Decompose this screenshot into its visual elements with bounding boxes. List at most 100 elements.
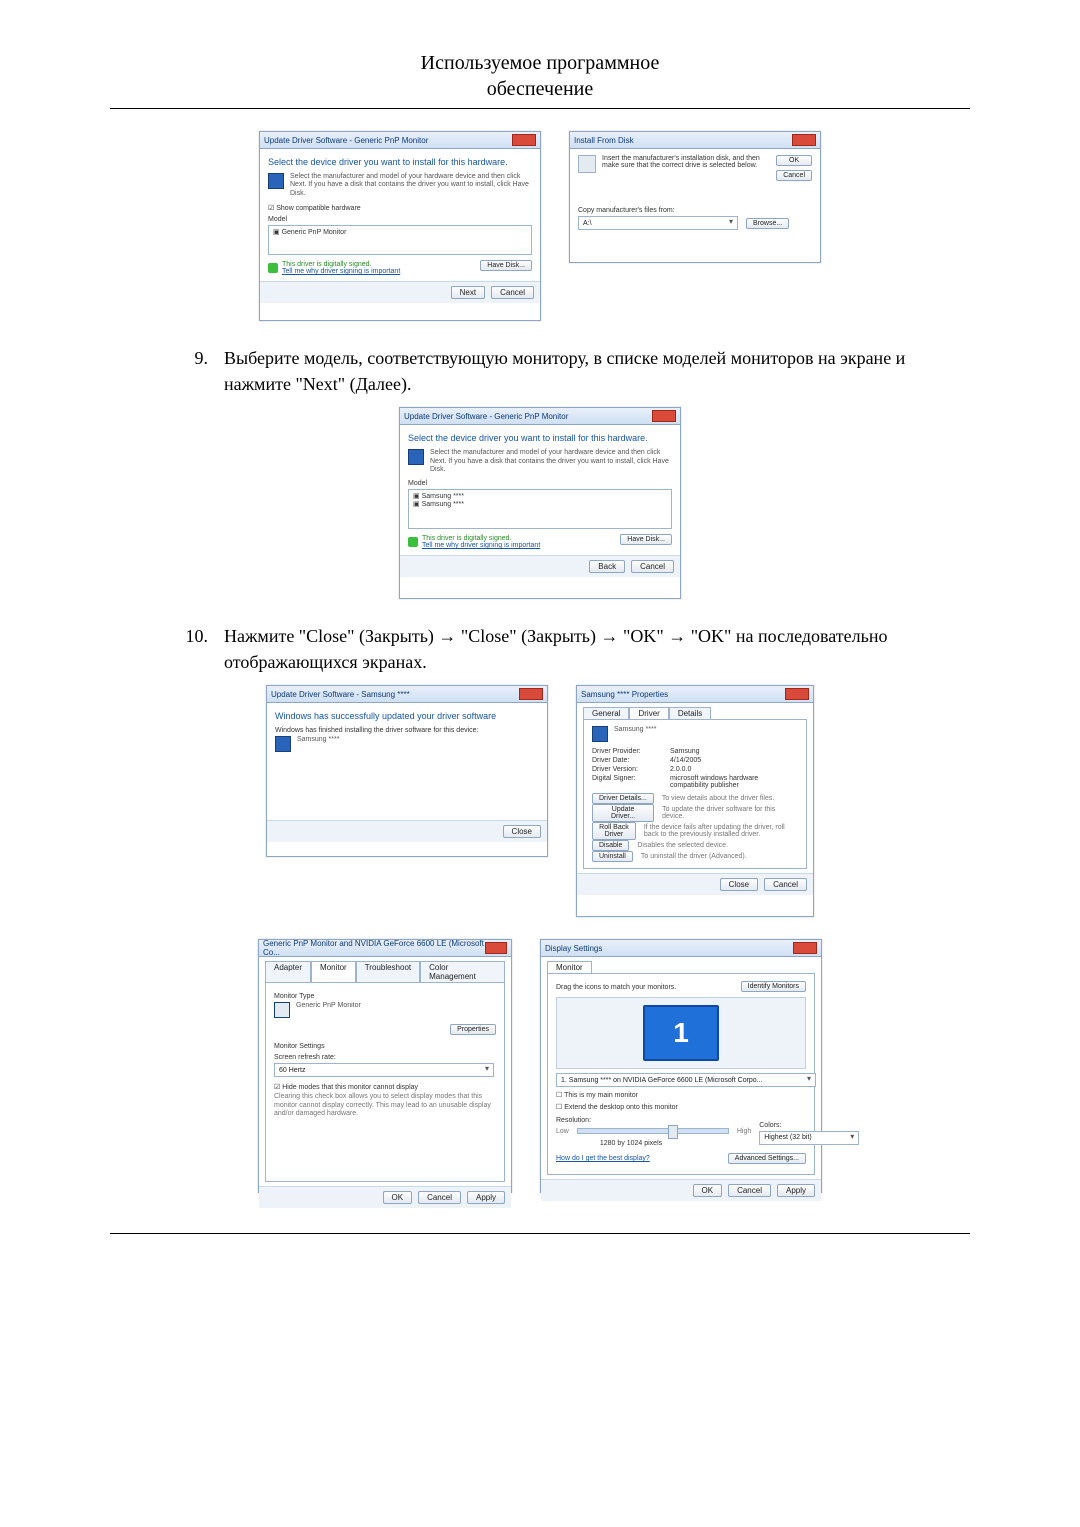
close-button[interactable]: Close	[720, 878, 758, 891]
rollback-button[interactable]: Roll Back Driver	[592, 822, 636, 840]
colors-select[interactable]: Highest (32 bit)	[759, 1131, 859, 1145]
dialog-update-done: Update Driver Software - Samsung **** Wi…	[266, 685, 548, 857]
dialog-update-driver-pnp: Update Driver Software - Generic PnP Mon…	[259, 131, 541, 321]
tab-driver[interactable]: Driver	[629, 707, 668, 719]
title-text: Display Settings	[545, 944, 602, 953]
title-text: Generic PnP Monitor and NVIDIA GeForce 6…	[263, 939, 485, 957]
resolution-slider[interactable]	[577, 1128, 729, 1134]
dialog-hint: Select the manufacturer and model of you…	[408, 449, 672, 474]
resolution-value: 1280 by 1024 pixels	[556, 1140, 706, 1147]
primary-check: ☐ This is my main monitor	[556, 1091, 806, 1099]
tab-color[interactable]: Color Management	[420, 961, 505, 982]
tab-adapter[interactable]: Adapter	[265, 961, 311, 982]
cancel-button[interactable]: Cancel	[728, 1184, 771, 1197]
have-disk-button[interactable]: Have Disk...	[620, 534, 672, 545]
title-text: Install From Disk	[574, 136, 634, 145]
ok-button[interactable]: OK	[383, 1191, 413, 1204]
resolution-label: Resolution:	[556, 1117, 751, 1124]
step-10: 10. Нажмите "Close" (Закрыть) → "Close" …	[180, 623, 970, 675]
copy-from-field[interactable]: A:\	[578, 216, 738, 230]
monitor-icon	[592, 726, 608, 742]
update-driver-button[interactable]: Update Driver...	[592, 804, 654, 822]
model-label: Model	[408, 480, 672, 487]
close-icon[interactable]	[485, 942, 507, 954]
disk-icon	[578, 155, 596, 173]
close-icon[interactable]	[512, 134, 536, 146]
device-row: Samsung ****	[592, 726, 798, 742]
monitor-type-label: Monitor Type	[274, 993, 496, 1000]
hide-modes-check[interactable]: ☑ Hide modes that this monitor cannot di…	[274, 1083, 496, 1091]
have-disk-button[interactable]: Have Disk...	[480, 260, 532, 271]
close-icon[interactable]	[785, 688, 809, 700]
cancel-button[interactable]: Cancel	[776, 170, 812, 181]
step-9: 9. Выберите модель, соответствующую мони…	[180, 345, 970, 397]
signed-note: This driver is digitally signed. Tell me…	[268, 261, 400, 275]
colors-label: Colors:	[759, 1122, 859, 1129]
disk-icon	[268, 173, 284, 189]
header-rule	[110, 108, 970, 109]
footer-rule	[110, 1233, 970, 1234]
dialog-update-driver-model: Update Driver Software - Generic PnP Mon…	[399, 407, 681, 599]
shield-icon	[408, 537, 418, 547]
done-device: Samsung ****	[275, 736, 539, 752]
monitor-icon	[274, 1002, 290, 1018]
cancel-button[interactable]: Cancel	[491, 286, 534, 299]
properties-button[interactable]: Properties	[450, 1024, 496, 1035]
model-list[interactable]: ▣ Samsung **** ▣ Samsung ****	[408, 489, 672, 529]
page-title: Используемое программное обеспечение	[110, 50, 970, 102]
dialog-heading: Select the device driver you want to ins…	[268, 157, 532, 167]
close-icon[interactable]	[793, 942, 817, 954]
uninstall-button[interactable]: Uninstall	[592, 851, 633, 862]
tab-troubleshoot[interactable]: Troubleshoot	[356, 961, 420, 982]
copy-from-label: Copy manufacturer's files from:	[578, 207, 812, 214]
signing-link[interactable]: Tell me why driver signing is important	[422, 542, 540, 549]
done-heading: Windows has successfully updated your dr…	[275, 711, 539, 721]
tab-monitor[interactable]: Monitor	[311, 961, 356, 982]
dialog-driver-properties: Samsung **** Properties General Driver D…	[576, 685, 814, 917]
refresh-select[interactable]: 60 Hertz	[274, 1063, 494, 1077]
signing-link[interactable]: Tell me why driver signing is important	[282, 268, 400, 275]
dialog-monitor-properties: Generic PnP Monitor and NVIDIA GeForce 6…	[258, 939, 512, 1193]
tab-monitor[interactable]: Monitor	[547, 961, 592, 973]
display-select[interactable]: 1. Samsung **** on NVIDIA GeForce 6600 L…	[556, 1073, 816, 1087]
tab-general[interactable]: General	[583, 707, 629, 719]
ok-button[interactable]: OK	[776, 155, 812, 166]
apply-button[interactable]: Apply	[467, 1191, 505, 1204]
tab-details[interactable]: Details	[669, 707, 711, 719]
title-text: Update Driver Software - Generic PnP Mon…	[404, 412, 568, 421]
cancel-button[interactable]: Cancel	[631, 560, 674, 573]
dialog-heading: Select the device driver you want to ins…	[408, 433, 672, 443]
best-display-link[interactable]: How do I get the best display?	[556, 1155, 650, 1162]
extend-check: ☐ Extend the desktop onto this monitor	[556, 1103, 806, 1111]
model-list[interactable]: ▣ Generic PnP Monitor	[268, 225, 532, 255]
identify-monitors-button[interactable]: Identify Monitors	[741, 981, 806, 992]
apply-button[interactable]: Apply	[777, 1184, 815, 1197]
dialog-display-settings: Display Settings Monitor Drag the icons …	[540, 939, 822, 1193]
back-button[interactable]: Back	[589, 560, 625, 573]
hide-modes-desc: Clearing this check box allows you to se…	[274, 1093, 496, 1118]
disable-button[interactable]: Disable	[592, 840, 629, 851]
close-icon[interactable]	[519, 688, 543, 700]
refresh-label: Screen refresh rate:	[274, 1054, 496, 1061]
close-button[interactable]: Close	[503, 825, 541, 838]
browse-button[interactable]: Browse...	[746, 218, 789, 229]
cancel-button[interactable]: Cancel	[418, 1191, 461, 1204]
title-text: Samsung **** Properties	[581, 690, 668, 699]
signed-note: This driver is digitally signed. Tell me…	[408, 535, 540, 549]
close-icon[interactable]	[652, 410, 676, 422]
drag-label: Drag the icons to match your monitors.	[556, 984, 676, 991]
driver-details-button[interactable]: Driver Details...	[592, 793, 654, 804]
close-icon[interactable]	[792, 134, 816, 146]
title-text: Update Driver Software - Samsung ****	[271, 690, 410, 699]
cancel-button[interactable]: Cancel	[764, 878, 807, 891]
ok-button[interactable]: OK	[693, 1184, 723, 1197]
monitor-settings-label: Monitor Settings	[274, 1043, 496, 1050]
done-line: Windows has finished installing the driv…	[275, 727, 539, 734]
compat-checkbox-label[interactable]: ☑ Show compatible hardware	[268, 204, 532, 212]
next-button[interactable]: Next	[451, 286, 485, 299]
dialog-install-from-disk: Install From Disk Insert the manufacture…	[569, 131, 821, 263]
title-text: Update Driver Software - Generic PnP Mon…	[264, 136, 428, 145]
monitor-1-icon[interactable]: 1	[643, 1005, 719, 1061]
monitor-stage[interactable]: 1	[556, 997, 806, 1069]
advanced-settings-button[interactable]: Advanced Settings...	[728, 1153, 806, 1164]
